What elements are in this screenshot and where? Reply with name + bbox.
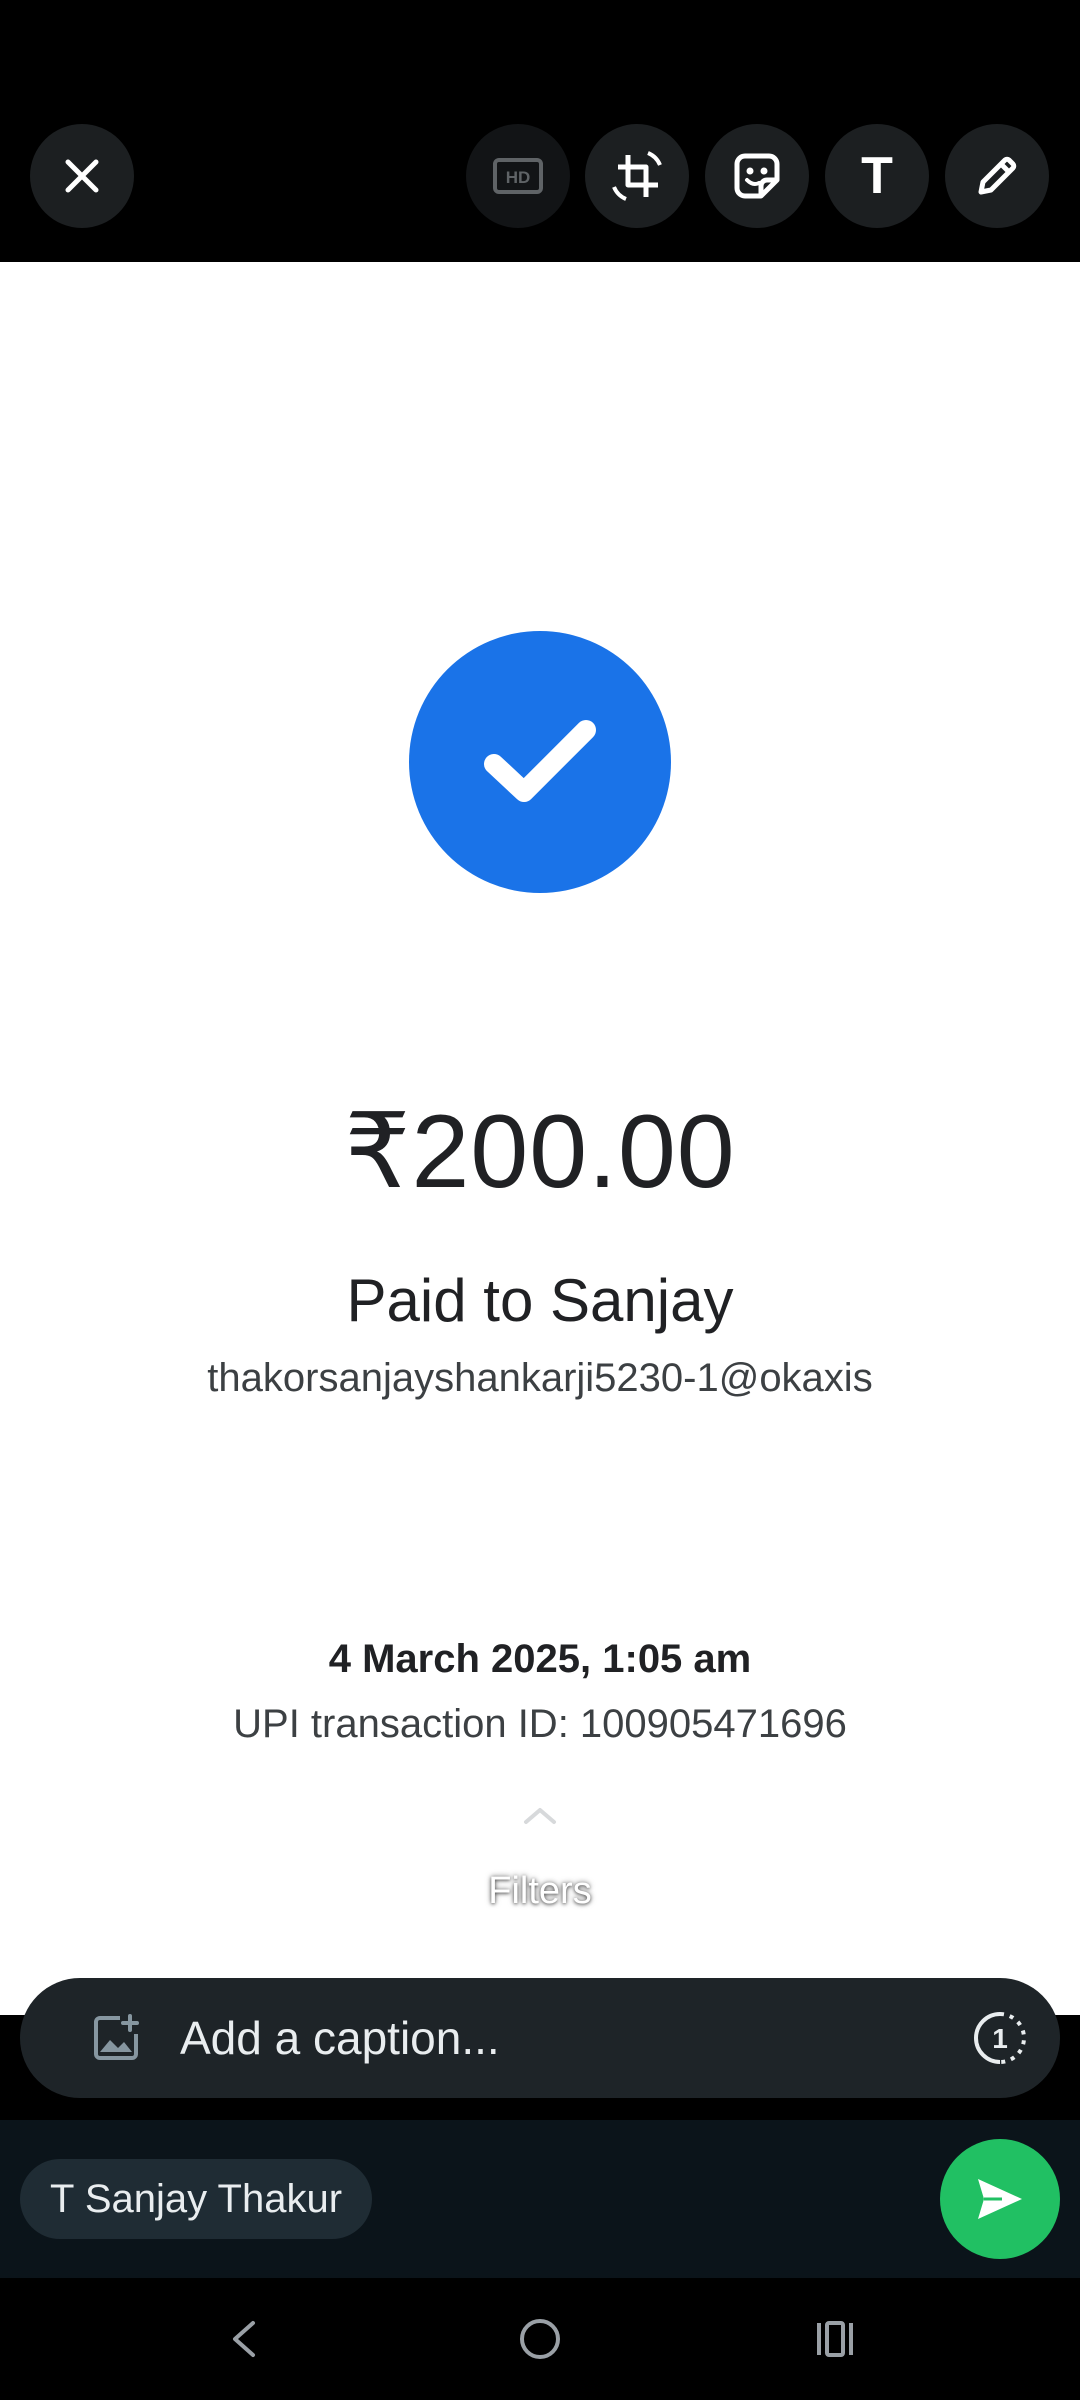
image-preview[interactable]: ₹200.00 Paid to Sanjay thakorsanjayshank…: [0, 262, 1080, 2015]
recipient-name: T Sanjay Thakur: [50, 2176, 343, 2221]
pencil-icon: [978, 156, 1017, 195]
close-button[interactable]: [30, 124, 134, 228]
sticker-button[interactable]: [705, 124, 809, 228]
text-tool-icon: T: [861, 147, 893, 205]
back-button[interactable]: [183, 2278, 303, 2400]
sticker-icon: [734, 153, 780, 199]
home-icon: [520, 2319, 560, 2359]
send-icon: [978, 2179, 1022, 2219]
payment-amount: ₹200.00: [344, 1094, 736, 1210]
check-icon: [484, 720, 596, 802]
caption-input[interactable]: [180, 2000, 940, 2076]
recipient-bar: T Sanjay Thakur: [0, 2120, 1080, 2278]
transaction-id: UPI transaction ID: 100905471696: [233, 1702, 847, 1746]
success-badge: [409, 631, 671, 893]
send-button[interactable]: [940, 2139, 1060, 2259]
draw-button[interactable]: [945, 124, 1049, 228]
recents-icon: [817, 2321, 853, 2357]
system-nav-bar: [0, 2278, 1080, 2400]
recents-button[interactable]: [775, 2278, 895, 2400]
close-icon: [65, 159, 99, 193]
add-image-icon[interactable]: [90, 2012, 142, 2064]
screen: HD T ₹200.00 Paid to Sanjay thakorsanjay…: [0, 0, 1080, 2400]
filters-label[interactable]: Filters: [0, 1870, 1080, 1913]
chevron-up-icon[interactable]: [522, 1804, 558, 1828]
caption-bar: 1: [20, 1978, 1060, 2098]
editor-toolbar: HD T: [0, 0, 1080, 262]
transaction-datetime: 4 March 2025, 1:05 am: [328, 1637, 752, 1681]
back-icon: [233, 2321, 255, 2357]
crop-rotate-icon: [612, 151, 662, 201]
hd-button[interactable]: HD: [466, 124, 570, 228]
payee-upi-id: thakorsanjayshankarji5230-1@okaxis: [207, 1356, 873, 1400]
text-button[interactable]: T: [825, 124, 929, 228]
home-button[interactable]: [480, 2278, 600, 2400]
recipient-chip[interactable]: T Sanjay Thakur: [20, 2159, 373, 2239]
svg-text:HD: HD: [506, 168, 531, 187]
hd-icon: HD: [493, 158, 543, 194]
view-once-icon[interactable]: 1: [972, 2010, 1028, 2066]
svg-text:1: 1: [992, 2023, 1008, 2054]
crop-rotate-button[interactable]: [585, 124, 689, 228]
payee-name: Paid to Sanjay: [346, 1267, 734, 1334]
